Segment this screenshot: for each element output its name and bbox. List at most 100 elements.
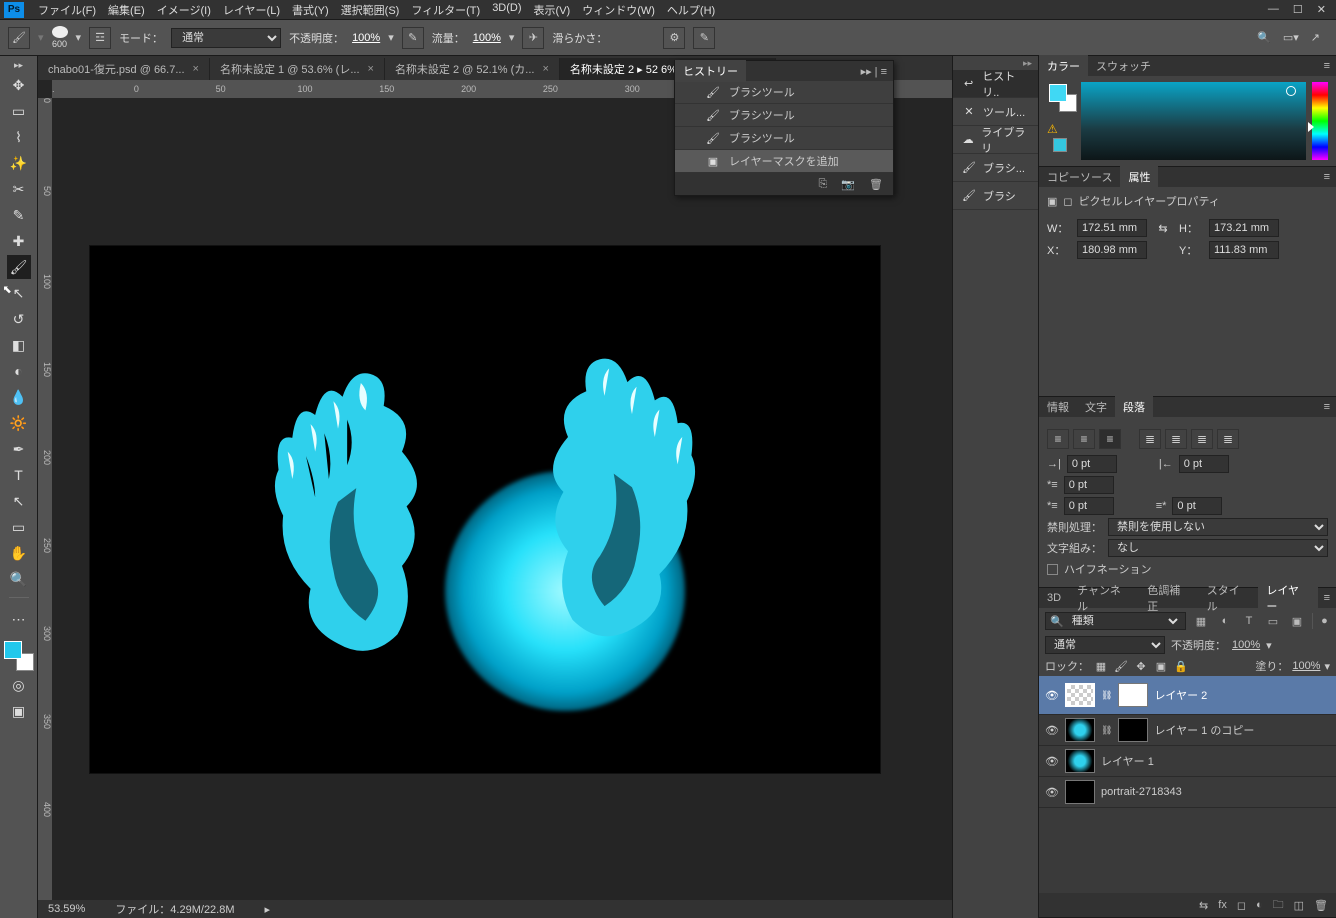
visibility-icon[interactable]: 👁	[1045, 689, 1059, 702]
y-input[interactable]	[1209, 241, 1279, 259]
menu-item[interactable]: レイヤー(L)	[217, 0, 286, 20]
layer-fx-icon[interactable]: fx	[1218, 899, 1227, 911]
tab-close-icon[interactable]: ×	[193, 63, 199, 75]
shape-tool[interactable]: ▭	[7, 515, 31, 539]
height-input[interactable]	[1209, 219, 1279, 237]
canvas-viewport[interactable]	[52, 98, 952, 900]
file-info[interactable]: ファイル：4.29M/22.8M	[115, 901, 234, 917]
flow-value[interactable]: 100%	[473, 32, 501, 44]
color-fg-bg[interactable]: ⚠	[1047, 82, 1075, 160]
fill-value[interactable]: 100%	[1292, 660, 1320, 672]
screenmode-tool[interactable]: ▣	[7, 699, 31, 723]
history-brush-tool[interactable]: ↺	[7, 307, 31, 331]
color-swatches[interactable]	[4, 641, 34, 671]
tab-info[interactable]: 情報	[1039, 396, 1077, 418]
visibility-icon[interactable]: 👁	[1045, 724, 1059, 737]
brush-panel-toggle-icon[interactable]: ☲	[89, 27, 111, 49]
hand-tool[interactable]: ✋	[7, 541, 31, 565]
align-right-button[interactable]: ≡	[1099, 429, 1121, 449]
tab-properties[interactable]: 属性	[1120, 166, 1158, 188]
filter-smart-icon[interactable]: ▣	[1288, 613, 1306, 629]
crop-tool[interactable]: ✂	[7, 177, 31, 201]
move-tool[interactable]: ✥	[7, 73, 31, 97]
link-wh-icon[interactable]: ⇆	[1153, 222, 1173, 235]
tab-close-icon[interactable]: ×	[542, 63, 548, 75]
blend-mode-select[interactable]: 通常	[1045, 636, 1165, 654]
justify-last-left-button[interactable]: ≣	[1139, 429, 1161, 449]
pressure-size-icon[interactable]: ✎	[693, 27, 715, 49]
share-icon[interactable]: ↗	[1311, 31, 1320, 44]
toolbox-collapse-icon[interactable]: ▸▸	[14, 60, 23, 71]
dock-button[interactable]: ↩ヒストリ..	[953, 70, 1038, 98]
lock-image-icon[interactable]: 🖌	[1113, 660, 1129, 673]
pressure-opacity-icon[interactable]: ✎	[402, 27, 424, 49]
snapshot-icon[interactable]: 📷	[841, 178, 855, 191]
menu-item[interactable]: ヘルプ(H)	[661, 0, 721, 20]
visibility-icon[interactable]: 👁	[1045, 786, 1059, 799]
filter-shape-icon[interactable]: ▭	[1264, 613, 1282, 629]
filter-toggle[interactable]: ●	[1312, 613, 1330, 629]
brush-tool[interactable]: 🖌	[7, 255, 31, 279]
tab-history[interactable]: ヒストリー	[675, 60, 746, 82]
visibility-icon[interactable]: 👁	[1045, 755, 1059, 768]
dropdown-icon[interactable]: ▾	[1266, 639, 1272, 652]
align-left-button[interactable]: ≡	[1047, 429, 1069, 449]
layer-item[interactable]: 👁⛓レイヤー 1 のコピー	[1039, 715, 1336, 746]
marquee-tool[interactable]: ▭	[7, 99, 31, 123]
new-group-icon[interactable]: 🗀	[1273, 896, 1284, 915]
menu-item[interactable]: 書式(Y)	[286, 0, 335, 20]
filter-adjust-icon[interactable]: ◐	[1216, 613, 1234, 629]
eraser-tool[interactable]: ◧	[7, 333, 31, 357]
smoothing-gear-icon[interactable]: ⚙	[663, 27, 685, 49]
zoom-tool[interactable]: 🔍	[7, 567, 31, 591]
align-center-button[interactable]: ≡	[1073, 429, 1095, 449]
hue-slider[interactable]	[1312, 82, 1328, 160]
close-icon[interactable]: ✕	[1317, 3, 1326, 16]
tab-clone-source[interactable]: コピーソース	[1039, 166, 1120, 188]
edit-toolbar[interactable]: ⋯	[7, 607, 31, 631]
history-item[interactable]: 🖌ブラシツール	[675, 104, 893, 127]
mojikumi-select[interactable]: なし	[1108, 539, 1328, 557]
eyedropper-tool[interactable]: ✎	[7, 203, 31, 227]
flow-dropdown-icon[interactable]: ▾	[509, 31, 515, 44]
menu-item[interactable]: 編集(E)	[102, 0, 151, 20]
magic-wand-tool[interactable]: ✨	[7, 151, 31, 175]
tab-paragraph[interactable]: 段落	[1115, 396, 1153, 418]
history-item[interactable]: 🖌ブラシツール	[675, 127, 893, 150]
space-after-input[interactable]	[1172, 497, 1222, 515]
status-dropdown-icon[interactable]: ▸	[265, 903, 271, 916]
path-select-tool[interactable]: ↖	[7, 489, 31, 513]
gradient-tool[interactable]: ◐	[7, 359, 31, 383]
delete-state-icon[interactable]: 🗑	[869, 178, 883, 191]
delete-layer-icon[interactable]: 🗑	[1314, 899, 1328, 912]
layer-item[interactable]: 👁portrait-2718343	[1039, 777, 1336, 808]
layer-opacity-value[interactable]: 100%	[1232, 639, 1260, 651]
kinsoku-select[interactable]: 禁則を使用しない	[1108, 518, 1328, 536]
opacity-value[interactable]: 100%	[352, 32, 380, 44]
dodge-tool[interactable]: 🔆	[7, 411, 31, 435]
layer-item[interactable]: 👁⛓レイヤー 2	[1039, 676, 1336, 715]
new-layer-icon[interactable]: ◫	[1294, 899, 1304, 912]
indent-right-input[interactable]	[1179, 455, 1229, 473]
width-input[interactable]	[1077, 219, 1147, 237]
brush-preset-toggle[interactable]: ▾	[76, 31, 82, 44]
blend-mode-select[interactable]: 通常	[171, 28, 281, 48]
lock-artboard-icon[interactable]: ▣	[1153, 660, 1169, 673]
justify-all-button[interactable]: ≣	[1217, 429, 1239, 449]
type-tool[interactable]: T	[7, 463, 31, 487]
history-item[interactable]: 🖌ブラシツール	[675, 81, 893, 104]
tab-close-icon[interactable]: ×	[368, 63, 374, 75]
add-mask-icon[interactable]: ◻	[1237, 899, 1246, 912]
zoom-level[interactable]: 53.59%	[48, 903, 85, 915]
dock-button[interactable]: 🖌ブラシ...	[953, 154, 1038, 182]
quickmask-tool[interactable]: ◎	[7, 673, 31, 697]
pen-tool[interactable]: ✒	[7, 437, 31, 461]
panel-collapse-icon[interactable]: ▸▸ | ≡	[855, 62, 893, 81]
tab-swatches[interactable]: スウォッチ	[1088, 55, 1159, 77]
new-adjust-icon[interactable]: ◐	[1256, 899, 1263, 911]
lasso-tool[interactable]: ⌇	[7, 125, 31, 149]
history-item[interactable]: ▣レイヤーマスクを追加	[675, 150, 893, 173]
lock-all-icon[interactable]: 🔒	[1173, 660, 1189, 673]
tab-color[interactable]: カラー	[1039, 55, 1088, 77]
workspace-icon[interactable]: ▭▾	[1283, 31, 1299, 44]
